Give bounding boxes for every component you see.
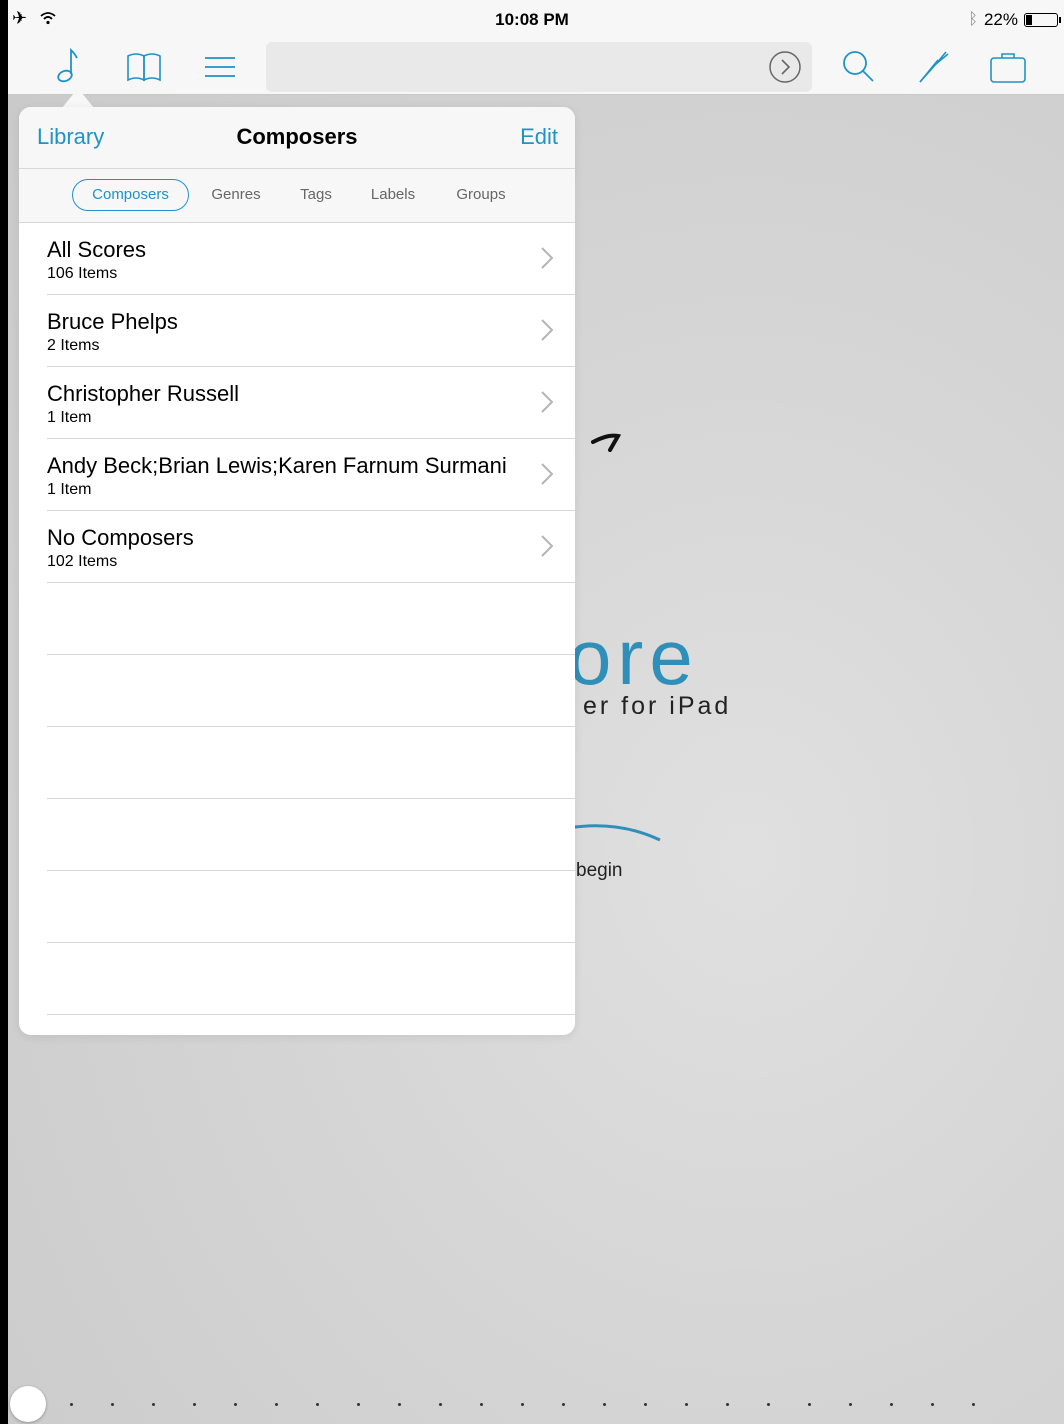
battery-icon <box>1024 13 1061 27</box>
scrubber-knob[interactable] <box>10 1386 46 1422</box>
list-item-all-scores[interactable]: All Scores 106 Items <box>19 223 575 295</box>
chevron-right-icon <box>541 319 554 341</box>
page-dot <box>357 1403 360 1406</box>
row-title: Andy Beck;Brian Lewis;Karen Farnum Surma… <box>47 453 507 478</box>
empty-row <box>19 799 575 871</box>
segment-labels[interactable]: Labels <box>362 179 424 211</box>
page-dot <box>562 1403 565 1406</box>
row-title: Christopher Russell <box>47 381 239 406</box>
edit-button[interactable]: Edit <box>520 124 558 150</box>
segment-tags[interactable]: Tags <box>289 179 343 211</box>
toolbar <box>8 38 1064 95</box>
segment-genres[interactable]: Genres <box>202 179 270 211</box>
list-item-no-composers[interactable]: No Composers 102 Items <box>19 511 575 583</box>
popover-header: Library Composers Edit <box>19 107 575 169</box>
splash-title: ore <box>568 613 699 701</box>
page-dot <box>152 1403 155 1406</box>
pen-stroke-icon <box>591 433 622 452</box>
row-subtitle: 1 Item <box>47 481 92 498</box>
book-icon[interactable] <box>124 46 164 86</box>
list-item-christopher-russell[interactable]: Christopher Russell 1 Item <box>19 367 575 439</box>
page-dot <box>808 1403 811 1406</box>
status-bar: ✈ 10:08 PM ᛒ 22% <box>8 0 1064 38</box>
row-title: All Scores <box>47 237 147 262</box>
page-dot <box>603 1403 606 1406</box>
empty-row <box>19 583 575 655</box>
row-title: Bruce Phelps <box>47 309 178 334</box>
row-title: No Composers <box>47 525 194 550</box>
page-dot <box>316 1403 319 1406</box>
music-note-icon[interactable] <box>50 46 90 86</box>
page-dot <box>193 1403 196 1406</box>
page-dot <box>972 1403 975 1406</box>
popover-title: Composers <box>236 124 358 149</box>
page-dots <box>70 1403 975 1406</box>
tuning-fork-icon[interactable] <box>914 46 954 86</box>
segmented-control: Composers Genres Tags Labels Groups <box>19 169 575 223</box>
chevron-right-icon <box>541 247 554 269</box>
swoosh-icon <box>568 824 661 842</box>
screen: ✈ 10:08 PM ᛒ 22% ore er for iPad begin L… <box>8 0 1064 1424</box>
splash-subtitle: er for iPad <box>583 692 732 720</box>
row-subtitle: 1 Item <box>47 409 92 426</box>
page-dot <box>480 1403 483 1406</box>
page-dot <box>398 1403 401 1406</box>
page-dot <box>439 1403 442 1406</box>
empty-row <box>19 655 575 727</box>
popover-arrow <box>62 88 94 108</box>
status-right: ᛒ 22% <box>968 10 1061 30</box>
empty-row <box>19 727 575 799</box>
search-icon[interactable] <box>838 46 878 86</box>
page-scrubber <box>8 1384 1064 1424</box>
splash-begin: begin <box>576 860 623 881</box>
page-dot <box>685 1403 688 1406</box>
list-item-bruce-phelps[interactable]: Bruce Phelps 2 Items <box>19 295 575 367</box>
row-divider <box>47 1014 575 1015</box>
row-subtitle: 2 Items <box>47 337 100 354</box>
page-dot <box>111 1403 114 1406</box>
page-dot <box>767 1403 770 1406</box>
segment-composers[interactable]: Composers <box>72 179 189 211</box>
page-dot <box>849 1403 852 1406</box>
go-forward-icon[interactable] <box>768 50 802 84</box>
status-time: 10:08 PM <box>495 10 569 29</box>
page-dot <box>275 1403 278 1406</box>
chevron-right-icon <box>541 391 554 413</box>
chevron-right-icon <box>541 463 554 485</box>
composers-popover: Library Composers Edit Composers Genres … <box>19 107 575 1035</box>
list-icon[interactable] <box>200 46 240 86</box>
page-dot <box>726 1403 729 1406</box>
bluetooth-icon: ᛒ <box>968 11 978 28</box>
page-dot <box>931 1403 934 1406</box>
chevron-right-icon <box>541 535 554 557</box>
page-dot <box>234 1403 237 1406</box>
page-dot <box>890 1403 893 1406</box>
empty-row <box>19 943 575 1015</box>
segment-groups[interactable]: Groups <box>447 179 515 211</box>
search-bar[interactable] <box>266 42 812 92</box>
composer-list: All Scores 106 Items Bruce Phelps 2 Item… <box>19 223 575 1015</box>
page-dot <box>644 1403 647 1406</box>
row-subtitle: 106 Items <box>47 265 118 282</box>
empty-row <box>19 871 575 943</box>
row-subtitle: 102 Items <box>47 553 118 570</box>
page-dot <box>521 1403 524 1406</box>
briefcase-icon[interactable] <box>988 46 1028 86</box>
battery-percent: 22% <box>983 10 1018 29</box>
list-item-andy-beck-group[interactable]: Andy Beck;Brian Lewis;Karen Farnum Surma… <box>19 439 575 511</box>
page-dot <box>70 1403 73 1406</box>
